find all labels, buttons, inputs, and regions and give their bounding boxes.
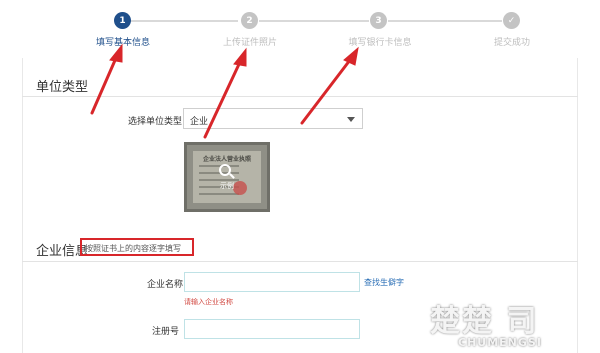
- chevron-down-icon: [347, 117, 355, 122]
- step-3-label: 填写银行卡信息: [348, 38, 412, 48]
- company-name-input[interactable]: [184, 272, 360, 292]
- fill-hint-text: 按照证书上的内容逐字填写: [85, 244, 181, 253]
- company-name-label: 企业名称: [147, 280, 184, 290]
- unit-type-label: 选择单位类型: [128, 117, 183, 127]
- registration-page: 1 2 3 ✓ 填写基本信息 上传证件照片 填写银行卡信息 提交成功 单位类型 …: [0, 0, 600, 353]
- company-name-error: 请输入企业名称: [184, 298, 233, 306]
- progress-stepper: 1 2 3 ✓ 填写基本信息 上传证件照片 填写银行卡信息 提交成功: [0, 0, 600, 58]
- step-2-indicator: 2: [241, 12, 258, 29]
- unit-type-value: 企业: [190, 117, 209, 127]
- license-sample-image[interactable]: 企业法人营业执照 示例: [184, 142, 270, 212]
- unit-type-select[interactable]: 企业: [183, 108, 363, 129]
- registration-number-label: 注册号: [152, 327, 180, 337]
- step-4-indicator: ✓: [503, 12, 520, 29]
- search-icon: [219, 163, 235, 180]
- step-1-label: 填写基本信息: [95, 38, 151, 48]
- rare-character-lookup-link[interactable]: 查找生僻字: [364, 277, 404, 288]
- step-1-indicator: 1: [114, 12, 131, 29]
- registration-number-input[interactable]: [184, 319, 360, 339]
- sample-label: 示例: [220, 181, 234, 190]
- fill-hint-annotation: 按照证书上的内容逐字填写: [80, 238, 194, 256]
- unit-type-title: 单位类型: [36, 80, 89, 95]
- site-watermark-logo: 楚楚 司 CHUMENGSI: [428, 296, 600, 353]
- divider: [22, 261, 578, 262]
- step-connector: [130, 20, 238, 22]
- watermark-logo-text: CHUMENGSI: [458, 336, 542, 349]
- step-3-indicator: 3: [370, 12, 387, 29]
- step-connector: [388, 20, 502, 22]
- zoom-overlay: 示例: [187, 145, 267, 209]
- step-2-label: 上传证件照片: [222, 38, 278, 48]
- divider: [22, 96, 578, 97]
- step-4-label: 提交成功: [493, 38, 531, 48]
- watermark-logo-mark: 楚楚 司: [430, 304, 539, 339]
- checkmark-icon: ✓: [507, 15, 516, 26]
- step-connector: [259, 20, 369, 22]
